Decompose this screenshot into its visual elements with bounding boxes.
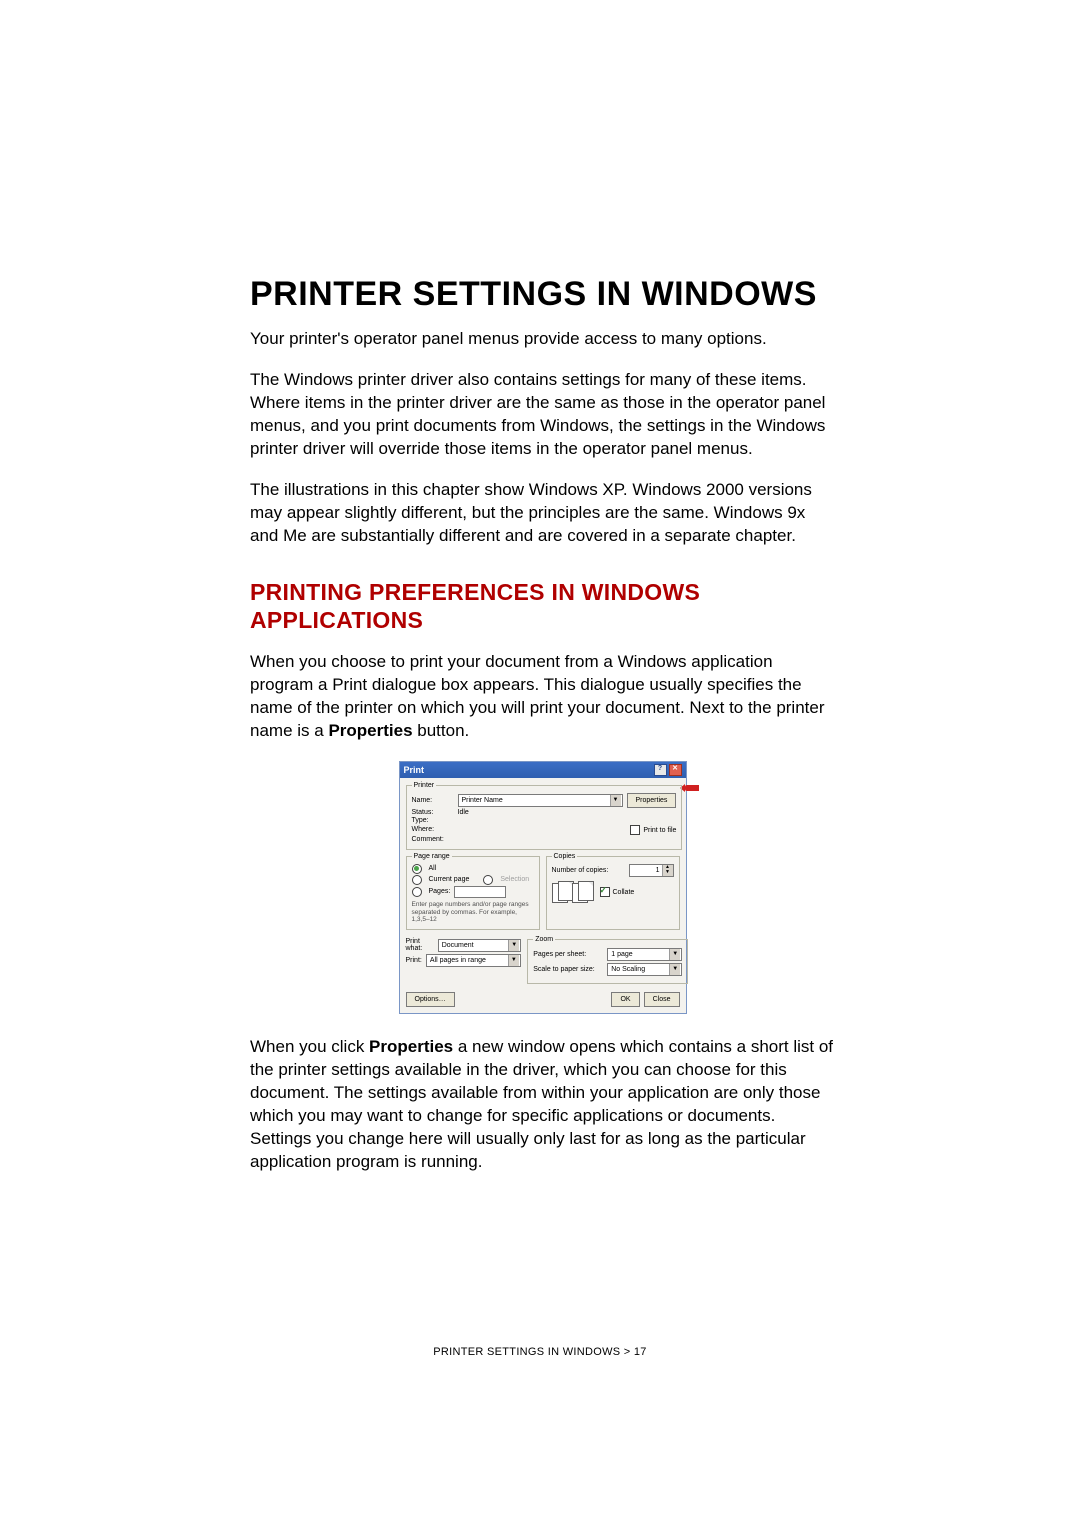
dialog-titlebar: Print ? ✕: [400, 762, 686, 778]
group-label: Zoom: [533, 936, 555, 943]
document-page: PRINTER SETTINGS IN WINDOWS Your printer…: [0, 0, 1080, 1528]
copies-group: Copies Number of copies: 1 ▲▼: [546, 853, 680, 930]
printer-group: Printer Name: Printer Name Properties St…: [406, 782, 683, 850]
label-name: Name:: [412, 797, 454, 804]
print-what-label: Print what:: [406, 938, 434, 952]
group-label: Page range: [412, 853, 452, 860]
text-run: a new window opens which contains a shor…: [250, 1037, 833, 1171]
label-type: Type:: [412, 817, 454, 824]
dialog-body: Printer Name: Printer Name Properties St…: [400, 778, 686, 1013]
label-status: Status:: [412, 809, 454, 816]
print-to-file-label: Print to file: [643, 827, 676, 834]
body-text: Your printer's operator panel menus prov…: [250, 328, 835, 548]
paragraph: Your printer's operator panel menus prov…: [250, 328, 835, 351]
window-close-button[interactable]: ✕: [669, 764, 682, 776]
zoom-group: Zoom Pages per sheet: 1 page Scale to pa…: [527, 936, 688, 984]
page-footer: PRINTER SETTINGS IN WINDOWS > 17: [0, 1346, 1080, 1358]
radio-pages-label: Pages:: [429, 888, 451, 895]
paragraph: The illustrations in this chapter show W…: [250, 479, 835, 548]
print-what-select[interactable]: Document: [438, 939, 522, 952]
print-to-file-checkbox[interactable]: [630, 825, 640, 835]
group-label: Printer: [412, 782, 437, 789]
help-button[interactable]: ?: [654, 764, 667, 776]
pages-input[interactable]: [454, 886, 506, 898]
value-status: Idle: [458, 809, 469, 816]
options-button[interactable]: Options…: [406, 992, 455, 1007]
print-range-label: Print:: [406, 957, 422, 964]
paragraph: When you click Properties a new window o…: [250, 1036, 835, 1174]
page-title: PRINTER SETTINGS IN WINDOWS: [250, 275, 835, 314]
group-label: Copies: [552, 853, 578, 860]
close-button[interactable]: Close: [644, 992, 680, 1007]
num-copies-value: 1: [630, 865, 662, 876]
spinner-arrows-icon[interactable]: ▲▼: [662, 865, 673, 876]
paragraph: When you choose to print your document f…: [250, 651, 835, 743]
page-range-group: Page range All Current page Selection Pa…: [406, 853, 540, 930]
scale-label: Scale to paper size:: [533, 966, 603, 973]
pages-per-sheet-label: Pages per sheet:: [533, 951, 603, 958]
radio-all[interactable]: [412, 864, 422, 874]
pages-per-sheet-select[interactable]: 1 page: [607, 948, 682, 961]
paragraph: The Windows printer driver also contains…: [250, 369, 835, 461]
print-range-select[interactable]: All pages in range: [426, 954, 521, 967]
section-heading: PRINTING PREFERENCES IN WINDOWS APPLICAT…: [250, 578, 835, 636]
label-where: Where:: [412, 826, 454, 833]
collate-icon: [552, 881, 592, 903]
radio-selection: [483, 875, 493, 885]
radio-pages[interactable]: [412, 887, 422, 897]
properties-button[interactable]: Properties: [627, 793, 677, 808]
radio-selection-label: Selection: [500, 876, 529, 883]
pages-hint: Enter page numbers and/or page ranges se…: [412, 901, 534, 924]
num-copies-spinner[interactable]: 1 ▲▼: [629, 864, 674, 877]
collate-checkbox[interactable]: [600, 887, 610, 897]
bold-text: Properties: [328, 721, 412, 740]
radio-current-page[interactable]: [412, 875, 422, 885]
print-scope-controls: Print what: Document Print: All pages in…: [406, 936, 522, 987]
radio-all-label: All: [429, 865, 437, 872]
label-comment: Comment:: [412, 836, 454, 843]
radio-current-page-label: Current page: [429, 876, 470, 883]
bold-text: Properties: [369, 1037, 453, 1056]
print-dialog-figure: Print ? ✕ Printer Name: Printer Name Pro…: [250, 761, 835, 1014]
print-dialog: Print ? ✕ Printer Name: Printer Name Pro…: [399, 761, 687, 1014]
ok-button[interactable]: OK: [611, 992, 639, 1007]
callout-arrow: [685, 785, 699, 791]
scale-select[interactable]: No Scaling: [607, 963, 682, 976]
collate-label: Collate: [613, 889, 635, 896]
text-run: When you click: [250, 1037, 369, 1056]
num-copies-label: Number of copies:: [552, 867, 609, 874]
text-run: button.: [413, 721, 470, 740]
printer-name-select[interactable]: Printer Name: [458, 794, 623, 807]
dialog-title-text: Print: [404, 765, 425, 775]
